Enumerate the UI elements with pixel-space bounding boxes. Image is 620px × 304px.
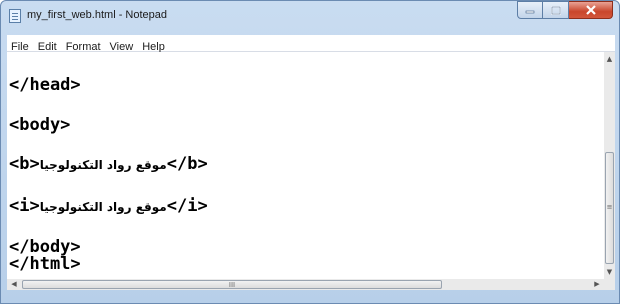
maximize-button[interactable] [543, 1, 569, 19]
text-editor[interactable]: </head> <body> <b>موقع رواد التكنولوجيا<… [7, 52, 604, 279]
tag-close: </b> [166, 154, 208, 174]
tag-close: </i> [166, 196, 208, 216]
scroll-down-arrow-icon[interactable]: ▼ [604, 265, 615, 279]
scroll-left-arrow-icon[interactable]: ◀ [7, 279, 21, 290]
vertical-scroll-thumb[interactable]: ≡ [605, 152, 614, 264]
grip-icon: III [228, 281, 236, 289]
vertical-scrollbar[interactable]: ▲ ≡ ▼ [604, 52, 615, 279]
resize-corner[interactable] [604, 279, 615, 290]
code-line-2: <body> [9, 116, 70, 134]
code-line-6: </html> [9, 255, 81, 273]
close-icon [585, 5, 596, 15]
grip-icon: ≡ [606, 203, 613, 211]
close-button[interactable] [569, 1, 613, 19]
caption-buttons [517, 1, 613, 21]
minimize-button[interactable] [517, 1, 543, 19]
title-bar[interactable]: my_first_web.html - Notepad [1, 1, 619, 31]
notepad-icon[interactable] [9, 9, 21, 23]
notepad-window: my_first_web.html - Notepad File Edit Form… [0, 0, 620, 304]
maximize-icon [550, 5, 561, 15]
menu-bar: File Edit Format View Help [7, 35, 615, 53]
code-line-1: </head> [9, 76, 81, 94]
minimize-icon [525, 10, 535, 14]
scroll-up-arrow-icon[interactable]: ▲ [604, 52, 615, 66]
horizontal-scroll-thumb[interactable]: III [22, 280, 442, 289]
code-text: <body> [9, 115, 71, 135]
code-line-3: <b>موقع رواد التكنولوجيا</b> [9, 155, 208, 174]
code-text: </head> [9, 75, 81, 95]
code-text: </html> [9, 254, 81, 274]
arabic-text: موقع رواد التكنولوجيا [39, 200, 167, 214]
scroll-right-arrow-icon[interactable]: ▶ [590, 279, 604, 290]
code-line-4: <i>موقع رواد التكنولوجيا</i> [9, 197, 208, 216]
tag-open: <i> [9, 196, 40, 216]
horizontal-scrollbar[interactable]: ◀ III ▶ [7, 279, 604, 290]
arabic-text: موقع رواد التكنولوجيا [39, 158, 167, 172]
window-bottom-frame [7, 290, 615, 303]
tag-open: <b> [9, 154, 40, 174]
window-title: my_first_web.html - Notepad [27, 9, 167, 21]
